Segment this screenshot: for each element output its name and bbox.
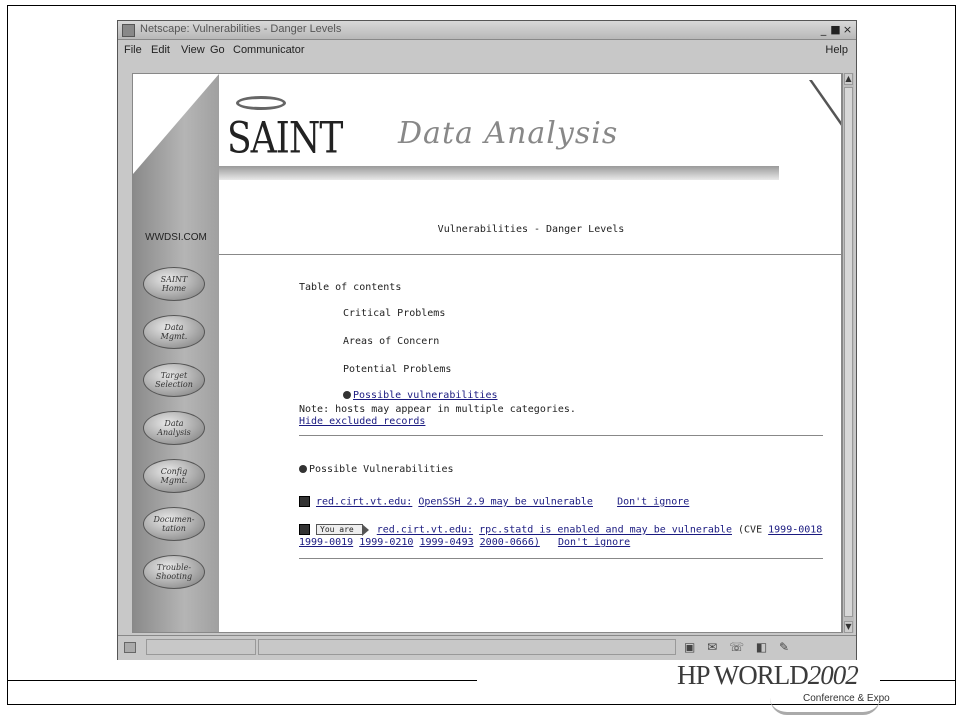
menu-go[interactable]: Go: [210, 44, 225, 56]
vuln-host-link[interactable]: red.cirt.vt.edu:: [316, 497, 412, 508]
cve-prefix: (CVE: [738, 524, 763, 536]
note-text: Note: hosts may appear in multiple categ…: [299, 404, 576, 415]
footer-swoosh: [770, 698, 880, 715]
menu-bar: File Edit View Go Communicator Help: [118, 40, 856, 60]
scroll-thumb[interactable]: [844, 87, 853, 617]
scroll-down-icon[interactable]: ▼: [844, 621, 853, 633]
dont-ignore-link[interactable]: Don't ignore: [617, 497, 689, 508]
dont-ignore-link[interactable]: Don't ignore: [558, 537, 630, 548]
hp-world-logo: HP WORLD2002: [677, 660, 859, 691]
banner-title: Data Analysis: [398, 116, 619, 151]
progress-field: [146, 639, 256, 655]
footer-year: 2002: [807, 660, 859, 690]
nav-config-mgmt-button[interactable]: Config Mgmt.: [143, 459, 205, 493]
scroll-up-icon[interactable]: ▲: [844, 73, 853, 85]
nav-data-analysis-button[interactable]: Data Analysis: [143, 411, 205, 445]
nav-troubleshooting-button[interactable]: Trouble- Shooting: [143, 555, 205, 589]
possible-vulns-link[interactable]: Possible vulnerabilities: [353, 390, 498, 401]
menu-communicator[interactable]: Communicator: [233, 44, 305, 56]
cve-link[interactable]: 1999-0210: [359, 537, 413, 548]
menu-help[interactable]: Help: [825, 44, 848, 56]
saint-nav-column: WWDSI.COM SAINT Home Data Mgmt. Target S…: [133, 74, 219, 632]
nav-data-mgmt-button[interactable]: Data Mgmt.: [143, 315, 205, 349]
title-bar[interactable]: Netscape: Vulnerabilities - Danger Level…: [118, 21, 856, 40]
slide-divider-right: [880, 680, 956, 681]
bullet-icon: [343, 391, 351, 399]
section-heading: Possible Vulnerabilities: [299, 464, 454, 475]
nav-saint-home-button[interactable]: SAINT Home: [143, 267, 205, 301]
menu-edit[interactable]: Edit: [151, 44, 170, 56]
bottom-divider: [299, 558, 823, 559]
security-lock-icon[interactable]: [124, 642, 136, 653]
toc-potential-problems: Potential Problems: [343, 364, 452, 375]
site-label[interactable]: WWDSI.COM: [133, 232, 219, 243]
you-are-here-badge: You are: [316, 524, 369, 536]
cve-link[interactable]: 1999-0018: [768, 525, 822, 536]
footer-brand: HP WORLD: [677, 660, 809, 690]
cve-link[interactable]: 1999-0019: [299, 537, 353, 548]
toc-title: Table of contents: [299, 282, 402, 293]
close-button[interactable]: ×: [842, 23, 853, 36]
vuln-row: red.cirt.vt.edu: OpenSSH 2.9 may be vuln…: [299, 496, 689, 508]
saint-halo-icon: [236, 96, 286, 110]
menu-file[interactable]: File: [124, 44, 142, 56]
saint-logo: SAINT: [227, 113, 343, 164]
vuln-row-continued: 1999-0019 1999-0210 1999-0493 2000-0666)…: [299, 537, 630, 548]
vuln-status-icon[interactable]: [299, 496, 310, 507]
toc-possible-vulns: Possible vulnerabilities: [343, 390, 498, 401]
minimize-button[interactable]: _: [818, 23, 829, 36]
banner-shadow: [219, 166, 779, 180]
toc-critical-problems: Critical Problems: [343, 308, 446, 319]
heading-divider: [219, 254, 841, 255]
nav-target-selection-button[interactable]: Target Selection: [143, 363, 205, 397]
cve-link[interactable]: 1999-0493: [419, 537, 473, 548]
bullet-icon: [299, 465, 307, 473]
status-bar: ▣ ✉ ☏ ◧ ✎: [118, 635, 856, 660]
vuln-desc-link[interactable]: OpenSSH 2.9 may be vulnerable: [418, 497, 593, 508]
page-title: Vulnerabilities - Danger Levels: [437, 224, 625, 235]
nav-documentation-button[interactable]: Documen- tation: [143, 507, 205, 541]
vuln-host-link[interactable]: red.cirt.vt.edu:: [377, 525, 473, 536]
vuln-status-icon[interactable]: [299, 524, 310, 535]
hide-excluded-link[interactable]: Hide excluded records: [299, 416, 425, 427]
browser-window: Netscape: Vulnerabilities - Danger Level…: [117, 20, 857, 660]
vuln-desc-link[interactable]: rpc.statd is enabled and may be vulnerab…: [479, 525, 732, 536]
maximize-button[interactable]: ■: [830, 23, 841, 36]
vertical-scrollbar[interactable]: ▲ ▼: [842, 73, 854, 633]
slide-divider: [7, 680, 477, 681]
window-title: Netscape: Vulnerabilities - Danger Level…: [140, 23, 342, 35]
nav-wedge: [133, 74, 219, 174]
vuln-row: You are red.cirt.vt.edu: rpc.statd is en…: [299, 524, 822, 536]
toc-areas-of-concern: Areas of Concern: [343, 336, 440, 347]
cve-link[interactable]: 2000-0666): [480, 537, 540, 548]
component-bar-icons[interactable]: ▣ ✉ ☏ ◧ ✎: [684, 640, 793, 654]
status-field: [258, 639, 676, 655]
section-divider: [299, 435, 823, 436]
hide-excluded-row: Hide excluded records: [299, 416, 425, 427]
banner-slash: [689, 80, 841, 160]
menu-view[interactable]: View: [181, 44, 205, 56]
section-title: Possible Vulnerabilities: [309, 464, 454, 475]
window-menu-icon[interactable]: [122, 24, 135, 37]
page-viewport: WWDSI.COM SAINT Home Data Mgmt. Target S…: [132, 73, 842, 633]
